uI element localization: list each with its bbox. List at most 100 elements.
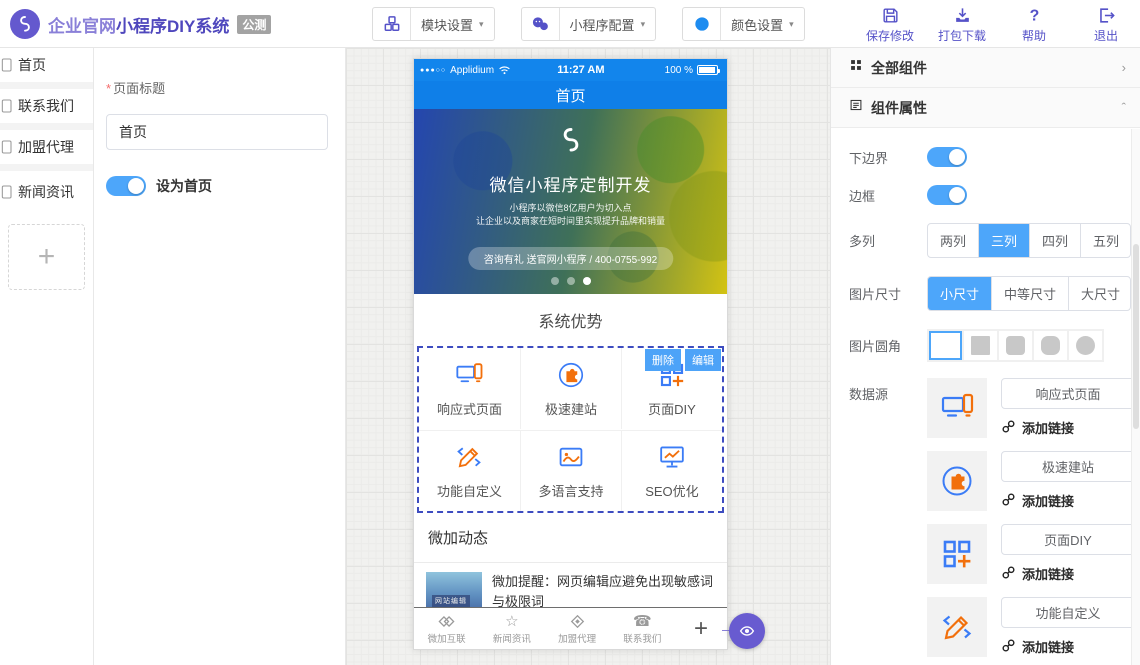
download-action-button[interactable]: 打包下载 — [938, 5, 986, 44]
sidebar-page-item[interactable]: 联系我们 — [0, 89, 93, 130]
image-radius-label: 图片圆角 — [849, 336, 927, 355]
add-link-button[interactable]: 添加链接 — [1001, 491, 1131, 510]
image-size-option[interactable]: 大尺寸 — [1068, 277, 1131, 310]
add-link-button[interactable]: 添加链接 — [1001, 637, 1131, 656]
scrollbar-thumb[interactable] — [1133, 244, 1139, 429]
set-home-toggle[interactable] — [106, 176, 146, 196]
banner-subtitle-2: 让企业以及商家在短时间里实现提升品牌和销量 — [414, 214, 727, 227]
tab-star[interactable]: ☆ 新闻资讯 — [479, 613, 544, 645]
weijia-icon — [438, 613, 455, 630]
columns-option[interactable]: 三列 — [978, 224, 1029, 257]
pencil-icon-thumb — [927, 597, 987, 657]
image-radius-row: 图片圆角 — [849, 329, 1131, 362]
pages-sidebar: 首页 联系我们 加盟代理 新闻资讯 + — [0, 48, 94, 665]
columns-segmented: 两列三列四列五列 — [927, 223, 1131, 258]
responsive-icon — [454, 360, 484, 395]
radius-option-small[interactable] — [999, 331, 1032, 360]
datasource-title-input[interactable] — [1001, 597, 1131, 628]
carousel-dot[interactable] — [567, 277, 575, 285]
toggle-row: 边框 — [849, 185, 1131, 205]
component-props-header[interactable]: 组件属性 ˆ — [831, 88, 1140, 128]
advantage-cell[interactable]: 极速建站 — [520, 348, 621, 429]
inspector-scrollbar[interactable] — [1131, 129, 1140, 665]
columns-option[interactable]: 四列 — [1029, 224, 1080, 257]
edit-component-button[interactable]: 编辑 — [685, 349, 721, 371]
menu-wechat-button[interactable]: 小程序配置 ▾ — [521, 7, 657, 41]
page-title-label-row: *页面标题 — [106, 78, 331, 98]
help-action-button[interactable]: ? 帮助 — [1010, 5, 1058, 44]
chevron-down-icon: ˆ — [1122, 100, 1126, 115]
image-size-option[interactable]: 中等尺寸 — [991, 277, 1068, 310]
advantage-cell[interactable]: 功能自定义 — [419, 430, 520, 511]
inspector-body: 下边界 边框 多列 两列三列四列五列 图片尺寸 小尺寸中等尺寸大尺寸 图片圆角 … — [831, 129, 1131, 665]
page-settings-panel: *页面标题 设为首页 — [94, 48, 346, 665]
image-size-option[interactable]: 小尺寸 — [928, 277, 991, 310]
sidebar-page-item[interactable]: 首页 — [0, 48, 93, 89]
datasource-title-input[interactable] — [1001, 524, 1131, 555]
advantage-cell[interactable]: 响应式页面 — [419, 348, 520, 429]
columns-option[interactable]: 五列 — [1080, 224, 1131, 257]
radius-option-sharp[interactable] — [964, 331, 997, 360]
tab-add-button[interactable]: + — [675, 615, 727, 643]
carousel-dot[interactable] — [583, 277, 591, 285]
radius-option-medium[interactable] — [1034, 331, 1067, 360]
all-components-header[interactable]: 全部组件 › — [831, 48, 1140, 88]
page-list: 首页 联系我们 加盟代理 新闻资讯 — [0, 48, 93, 212]
svg-text:?: ? — [1029, 7, 1039, 24]
save-action-button[interactable]: 保存修改 — [866, 5, 914, 44]
page-doc-icon — [0, 139, 15, 155]
banner-carousel[interactable]: 微信小程序定制开发 小程序以微信8亿用户为切入点 让企业以及商家在短时间里实现提… — [414, 109, 727, 294]
delete-component-button[interactable]: 删除 — [645, 349, 681, 371]
image-size-row: 图片尺寸 小尺寸中等尺寸大尺寸 — [849, 276, 1131, 311]
advantage-cell[interactable]: SEO优化 — [621, 430, 722, 511]
phone-nav-bar: 首页 — [414, 81, 727, 109]
radius-option-square-selected[interactable] — [929, 331, 962, 360]
advantage-cell[interactable]: 多语言支持 — [520, 430, 621, 511]
add-link-button[interactable]: 添加链接 — [1001, 564, 1131, 583]
下边界-toggle[interactable] — [927, 147, 967, 167]
puzzle-icon — [556, 360, 586, 395]
image-radius-options — [927, 329, 1104, 362]
datasource-title-input[interactable] — [1001, 451, 1131, 482]
tab-weijia[interactable]: 微加互联 — [414, 613, 479, 645]
add-page-button[interactable]: + — [8, 224, 85, 290]
news-section-title: 微加动态 — [414, 513, 727, 563]
brand: 企业官网小程序DIY系统 公测 — [10, 0, 271, 48]
star-icon: ☆ — [505, 613, 518, 630]
props-list-icon — [849, 98, 871, 117]
selected-component[interactable]: 删除 编辑 响应式页面 极速建站 页面DIY 功能自定义 多语言支持 SEO优化 — [417, 346, 724, 513]
banner-contact-pill: 咨询有礼 送官网小程序 / 400-0755-992 — [468, 247, 673, 270]
carousel-dot[interactable] — [551, 277, 559, 285]
datasource-list: 添加链接 添加链接 添加链接 添加链接 — [927, 378, 1131, 665]
responsive-icon-thumb — [927, 378, 987, 438]
menu-cubes-button[interactable]: 模块设置 ▾ — [372, 7, 495, 41]
page-title-label: 页面标题 — [113, 81, 165, 96]
columns-option[interactable]: 两列 — [928, 224, 978, 257]
app-title: 企业官网小程序DIY系统 — [48, 12, 229, 37]
menu-color-button[interactable]: 颜色设置 ▾ — [682, 7, 805, 41]
app-header: 企业官网小程序DIY系统 公测 模块设置 ▾ 小程序配置 ▾ 颜色设置 ▾ 保存… — [0, 0, 1140, 48]
radius-option-circle[interactable] — [1069, 331, 1102, 360]
beta-badge: 公测 — [237, 15, 271, 34]
exit-action-button[interactable]: 退出 — [1082, 5, 1130, 44]
sidebar-page-item[interactable]: 加盟代理 — [0, 130, 93, 171]
tab-phone[interactable]: ☎ 联系我们 — [610, 613, 675, 645]
tab-diamond[interactable]: 加盟代理 — [545, 613, 610, 645]
advantages-section-title: 系统优势 — [414, 294, 727, 346]
advantages-grid: 响应式页面 极速建站 页面DIY 功能自定义 多语言支持 SEO优化 — [419, 348, 722, 511]
sidebar-page-item[interactable]: 新闻资讯 — [0, 171, 93, 212]
toggle-rows: 下边界 边框 — [849, 147, 1131, 205]
page-title-input[interactable] — [106, 114, 328, 150]
边框-toggle[interactable] — [927, 185, 967, 205]
datasource-label: 数据源 — [849, 384, 927, 403]
add-link-button[interactable]: 添加链接 — [1001, 418, 1131, 437]
design-canvas: ●●●○○ Applidium 11:27 AM 100 % 首页 微信小程序定… — [346, 48, 830, 665]
wechat-icon — [522, 8, 560, 40]
phone-status-bar: ●●●○○ Applidium 11:27 AM 100 % — [414, 59, 727, 81]
help-icon: ? — [1025, 5, 1044, 25]
diamond-icon — [569, 613, 586, 630]
datasource-title-input[interactable] — [1001, 378, 1131, 409]
preview-eye-button[interactable] — [729, 613, 765, 649]
link-icon — [1001, 565, 1016, 583]
carrier-label: Applidium — [450, 65, 494, 76]
